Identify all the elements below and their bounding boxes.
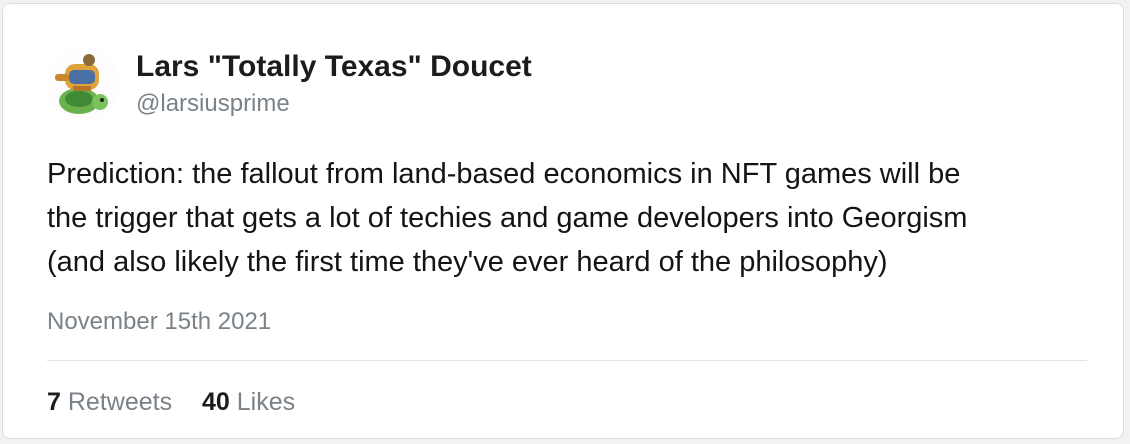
tweet-line: the trigger that gets a lot of techies a… [47,202,968,234]
turtle-avatar-icon [46,47,120,121]
tweet-text: Prediction: the fallout from land-based … [47,152,1097,284]
tweet-date[interactable]: November 15th 2021 [47,308,271,336]
tweet-stats: 7 Retweets 40 Likes [47,388,295,417]
tweet-line: (and also likely the first time they've … [47,246,888,278]
retweets-count: 7 [47,388,61,416]
tweet-line: Prediction: the fallout from land-based … [47,158,961,190]
tweet-card: Lars "Totally Texas" Doucet @larsiusprim… [2,3,1124,439]
author-name[interactable]: Lars "Totally Texas" Doucet [136,50,532,84]
likes-stat[interactable]: 40 Likes [195,388,295,416]
retweets-stat[interactable]: 7 Retweets [47,388,179,416]
divider [47,360,1087,361]
likes-label: Likes [236,388,296,416]
avatar[interactable] [45,46,121,122]
author-handle[interactable]: @larsiusprime [136,90,290,118]
retweets-label: Retweets [67,388,173,416]
likes-count: 40 [201,388,230,416]
